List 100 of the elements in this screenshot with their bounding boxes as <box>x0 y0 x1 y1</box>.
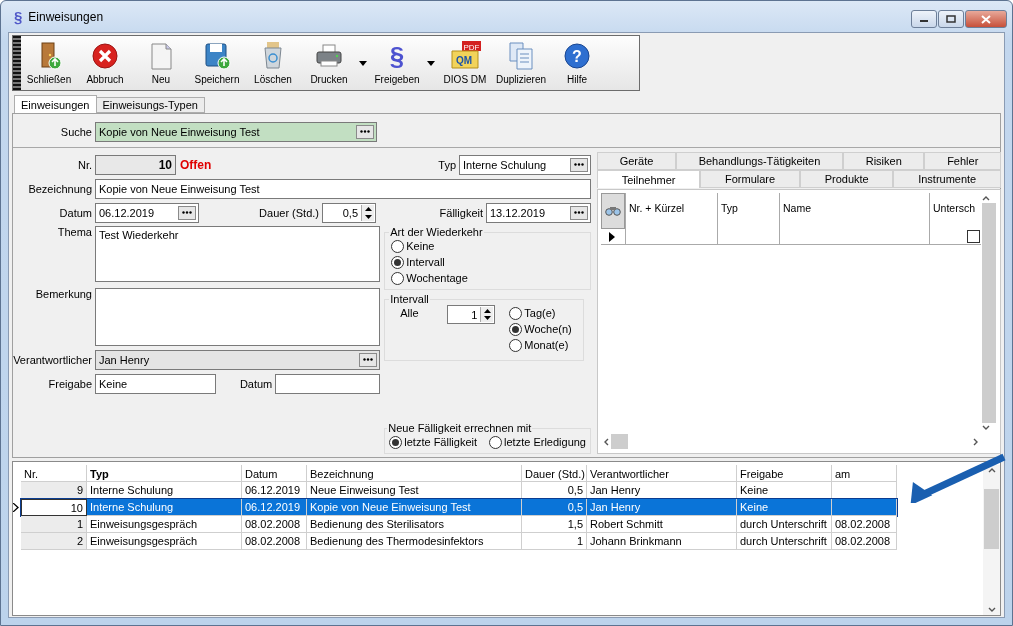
vertical-scrollbar[interactable] <box>981 193 997 433</box>
field-label: Suche <box>59 125 93 138</box>
row-pointer-icon <box>609 231 615 242</box>
field-label: Bezeichnung <box>27 182 93 195</box>
paragraph-icon: § <box>14 8 23 25</box>
help-icon: ? <box>561 41 593 71</box>
field-label: Verantwortlicher <box>13 353 93 366</box>
count-field[interactable]: 1 <box>447 305 496 324</box>
scroll-thumb[interactable] <box>611 434 628 449</box>
tab[interactable]: Formulare <box>700 170 800 188</box>
tab[interactable]: Behandlungs-Tätigkeiten <box>676 152 844 170</box>
tab[interactable]: Einweisungen <box>14 95 97 113</box>
radio-button[interactable] <box>391 239 405 253</box>
tab[interactable]: Risiken <box>843 152 925 170</box>
checkbox[interactable] <box>967 230 980 243</box>
table-cell: 10 <box>21 499 87 516</box>
tab[interactable]: Einweisungs-Typen <box>95 97 205 113</box>
window-title: Einweisungen <box>28 9 105 24</box>
toolbar-button[interactable]: Neu <box>133 36 189 90</box>
radio-label: letzte Erledigung <box>504 436 586 448</box>
radio-label: Wochentage <box>406 272 468 284</box>
radio-label: Keine <box>406 240 435 252</box>
table-cell: 1 <box>522 533 587 550</box>
radio-label: Tag(e) <box>524 307 556 319</box>
field-label: Nr. <box>76 158 93 171</box>
radio-label: Woche(n) <box>524 323 572 335</box>
scroll-thumb[interactable] <box>984 489 999 549</box>
ellipsis-button[interactable] <box>356 124 374 139</box>
ellipsis-icon <box>574 163 584 166</box>
radio-button[interactable] <box>389 435 403 449</box>
title-field[interactable]: Kopie von Neue Einweisung Test <box>95 178 591 199</box>
duration-field[interactable]: 0,5 <box>322 202 376 223</box>
toolbar-grip[interactable] <box>13 36 21 90</box>
tab[interactable]: Fehler <box>924 152 1001 170</box>
due-date-field[interactable]: 13.12.2019 <box>486 202 591 223</box>
close-button[interactable] <box>965 10 1007 28</box>
group-title: Neue Fälligkeit errechnen mit <box>387 422 533 434</box>
table-cell: Johann Brinkmann <box>587 533 737 550</box>
cancel-icon <box>89 41 121 71</box>
field-label: Datum <box>58 206 93 219</box>
toolbar-button[interactable]: Duplizieren <box>493 36 549 90</box>
tab[interactable]: Instrumente <box>893 170 1001 188</box>
field-label: Freigabe <box>47 377 93 390</box>
column-header[interactable]: Typ <box>717 193 779 229</box>
toolbar-button[interactable]: Abbruch <box>77 36 133 90</box>
paragraph-icon: § <box>389 41 405 71</box>
radio-button[interactable] <box>509 338 523 352</box>
table-cell: 08.02.2008 <box>832 533 897 550</box>
ellipsis-button[interactable] <box>359 352 378 367</box>
tab[interactable]: Geräte <box>597 152 676 170</box>
caret-icon <box>427 60 435 66</box>
ellipsis-button[interactable] <box>178 205 196 220</box>
topic-field[interactable]: Test Wiederkehr <box>95 226 381 282</box>
table-cell: Bedienung des Thermodesinfektors <box>307 533 522 550</box>
close-icon <box>981 14 991 24</box>
radio-label: letzte Fälligkeit <box>404 436 478 448</box>
search-button[interactable] <box>601 193 625 229</box>
table-row[interactable]: 1 Einweisungsgespräch 08.02.2008 Bedienung des Sterilisators 1,5 Robert Schmitt durch Unterschrift 08.02.2008 <box>21 516 897 533</box>
date-field[interactable]: 06.12.2019 <box>95 202 199 223</box>
remark-field[interactable] <box>95 288 381 346</box>
search-field[interactable]: Kopie von Neue Einweisung Test <box>95 121 377 142</box>
toolbar-button[interactable]: ? Hilfe <box>549 36 605 90</box>
toolbar-button[interactable]: Drucken <box>301 36 357 90</box>
table-cell: 08.02.2008 <box>242 533 307 550</box>
toolbar-button[interactable]: PDF QM DIOS DM <box>437 36 493 90</box>
approval-date-field[interactable] <box>275 373 381 394</box>
column-header[interactable]: Name <box>779 193 929 229</box>
vertical-scrollbar[interactable] <box>983 465 1000 615</box>
minimize-button[interactable] <box>911 10 937 28</box>
field-label: Alle <box>399 306 420 321</box>
tab[interactable]: Teilnehmer <box>597 170 701 188</box>
responsible-field[interactable]: Jan Henry <box>95 349 381 370</box>
radio-button[interactable] <box>509 322 523 336</box>
column-header[interactable]: Nr. + Kürzel <box>625 193 717 229</box>
toolbar-button[interactable]: § Freigeben <box>369 36 425 90</box>
ellipsis-icon <box>360 130 370 133</box>
radio-button[interactable] <box>391 271 405 285</box>
scroll-thumb[interactable] <box>982 203 996 423</box>
maximize-button[interactable] <box>938 10 964 28</box>
ellipsis-icon <box>182 211 192 214</box>
toolbar-button[interactable]: Schließen <box>21 36 77 90</box>
radio-button[interactable] <box>509 306 523 320</box>
toolbar-button[interactable]: Löschen <box>245 36 301 90</box>
radio-button[interactable] <box>391 255 405 269</box>
radio-button[interactable] <box>489 435 503 449</box>
ellipsis-button[interactable] <box>570 205 588 220</box>
ellipsis-icon <box>574 211 584 214</box>
field-label: Datum <box>239 377 274 390</box>
table-cell: 2 <box>21 533 87 550</box>
field-label: Thema <box>56 226 93 238</box>
row-pointer-icon <box>13 503 19 512</box>
table-row[interactable]: 2 Einweisungsgespräch 08.02.2008 Bedienung des Thermodesinfektors 1 Johann Brinkmann durch Unterschrift 08.02.2008 <box>21 533 897 550</box>
tab[interactable]: Produkte <box>799 170 894 188</box>
type-field[interactable]: Interne Schulung <box>459 154 591 175</box>
field-label: Fälligkeit <box>439 206 484 219</box>
maximize-icon <box>946 15 956 23</box>
approval-field[interactable]: Keine <box>95 373 216 394</box>
toolbar-button[interactable]: Speichern <box>189 36 245 90</box>
ellipsis-button[interactable] <box>570 157 588 172</box>
table-cell: durch Unterschrift <box>737 533 832 550</box>
